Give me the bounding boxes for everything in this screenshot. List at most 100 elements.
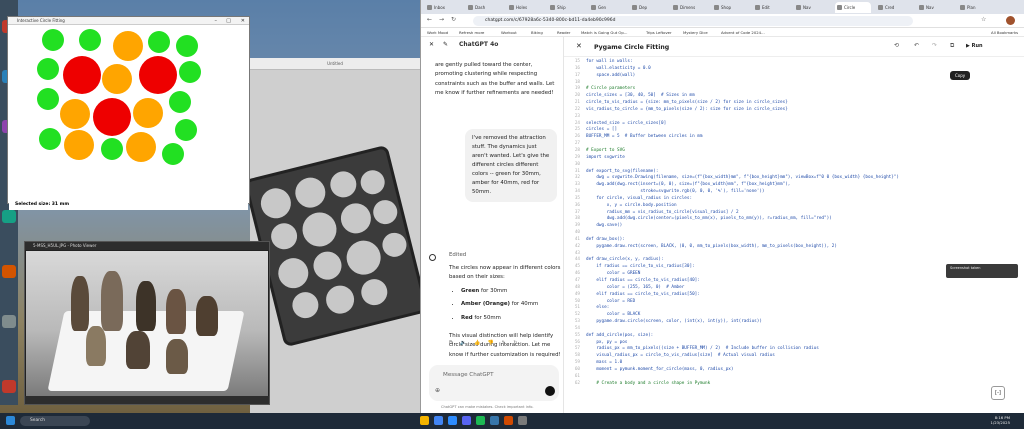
- browser-tab[interactable]: Dash: [466, 2, 502, 13]
- code-line[interactable]: 35 for circle, visual_radius in circles:: [564, 196, 1004, 203]
- expand-button[interactable]: [-]: [991, 386, 1005, 400]
- redo-icon[interactable]: ↷: [932, 42, 937, 49]
- code-line[interactable]: 30: [564, 162, 1004, 169]
- browser-tab[interactable]: Plan: [958, 2, 994, 13]
- window-titlebar[interactable]: Interactive Circle Fitting – □ ✕: [8, 17, 249, 25]
- browser-tab[interactable]: Gen: [589, 2, 625, 13]
- browser-tab[interactable]: Dep: [630, 2, 666, 13]
- green-circle[interactable]: [37, 88, 59, 110]
- code-line[interactable]: 33 dwg.add(dwg.rect(insert=(0, 0), size=…: [564, 182, 1004, 189]
- green-circle[interactable]: [37, 58, 59, 80]
- code-line[interactable]: 40: [564, 230, 1004, 237]
- circle-fitting-window[interactable]: Interactive Circle Fitting – □ ✕ Selecte…: [7, 16, 250, 210]
- app-icon[interactable]: [518, 416, 527, 425]
- code-line[interactable]: 28 # Export to SVG: [564, 148, 1004, 155]
- amber-circle[interactable]: [102, 64, 132, 94]
- code-line[interactable]: 17 space.add(wall): [564, 73, 1004, 80]
- close-icon[interactable]: ✕: [241, 17, 245, 25]
- undo-icon[interactable]: ↶: [914, 42, 919, 49]
- amber-circle[interactable]: [64, 130, 94, 160]
- code-line[interactable]: 29 import svgwrite: [564, 155, 1004, 162]
- voice-icon[interactable]: [545, 386, 555, 396]
- explorer-icon[interactable]: [420, 416, 429, 425]
- browser-tab[interactable]: Shop: [712, 2, 748, 13]
- model-selector[interactable]: ChatGPT 4o: [459, 41, 498, 48]
- code-line[interactable]: 46 color = GREEN: [564, 271, 1004, 278]
- browser-window[interactable]: Inbox Dash Holes Ship Gen Dep Dimens Shop Edit Na…: [420, 0, 1024, 413]
- clock[interactable]: 8:16 PM 1/23/2025: [991, 415, 1010, 425]
- green-circle[interactable]: [39, 128, 61, 150]
- code-line[interactable]: 39 dwg.save(): [564, 223, 1004, 230]
- message-composer[interactable]: ⊕: [429, 365, 559, 401]
- code-line[interactable]: 50 color = RED: [564, 299, 1004, 306]
- bookmark-item[interactable]: Advent of Code 2024...: [721, 29, 765, 36]
- circle-canvas[interactable]: Selected size: 31 mm: [9, 26, 248, 210]
- green-circle[interactable]: [169, 91, 191, 113]
- back-icon[interactable]: ←: [427, 16, 432, 23]
- green-circle[interactable]: [42, 29, 64, 51]
- code-line[interactable]: 22 vis_radius_to_circle = {mm_to_pixels(s…: [564, 107, 1004, 114]
- app-icon[interactable]: [504, 416, 513, 425]
- history-icon[interactable]: ⟲: [894, 42, 899, 49]
- browser-tab[interactable]: Ship: [548, 2, 584, 13]
- discord-icon[interactable]: [462, 416, 471, 425]
- copy-icon[interactable]: ⧉: [950, 42, 954, 50]
- bookmark-item[interactable]: Biking: [531, 29, 543, 36]
- forward-icon[interactable]: →: [439, 16, 444, 23]
- start-icon[interactable]: [6, 416, 15, 425]
- red-circle[interactable]: [139, 56, 177, 94]
- green-circle[interactable]: [148, 31, 170, 53]
- browser-tab[interactable]: Circle: [835, 2, 871, 13]
- browser-tab[interactable]: Nav: [794, 2, 830, 13]
- code-line[interactable]: 23: [564, 114, 1004, 121]
- bookmark-item[interactable]: Match is Going Gut Op...: [581, 29, 627, 36]
- code-line[interactable]: 55 def add_circle(pos, size):: [564, 333, 1004, 340]
- code-line[interactable]: 59 mass = 1.0: [564, 360, 1004, 367]
- taskbar-search[interactable]: Search: [20, 416, 90, 426]
- maximize-icon[interactable]: □: [226, 17, 231, 25]
- bookmarks-bar[interactable]: Work Mood Refresh more Workout Biking Reader…: [421, 28, 1024, 37]
- address-bar[interactable]: ← → ↻ chatgpt.com/c/67928a6c-5340-800c-b…: [421, 14, 1024, 28]
- app-icon[interactable]: [2, 210, 16, 223]
- close-canvas-icon[interactable]: ✕: [429, 41, 434, 48]
- code-line[interactable]: 54: [564, 326, 1004, 333]
- code-line[interactable]: 36 x, y = circle.body.position: [564, 203, 1004, 210]
- code-line[interactable]: 34 stroke=svgwrite.rgb(0, 0, 0, '%'), fi…: [564, 189, 1004, 196]
- bookmark-item[interactable]: Refresh more: [459, 29, 484, 36]
- app-icon[interactable]: [2, 315, 16, 328]
- tab-strip[interactable]: Inbox Dash Holes Ship Gen Dep Dimens Shop Edit Na…: [421, 0, 1024, 14]
- code-line[interactable]: 21 circle_to_vis_radius = {size: mm_to_pi…: [564, 100, 1004, 107]
- amber-circle[interactable]: [133, 98, 163, 128]
- green-circle[interactable]: [162, 143, 184, 165]
- green-circle[interactable]: [179, 61, 201, 83]
- code-line[interactable]: 58 visual_radius_px = circle_to_vis_radi…: [564, 353, 1004, 360]
- code-editor[interactable]: 15 for wall in walls: 16 wall.elasticity =…: [564, 59, 1004, 388]
- message-actions[interactable]: ⧉ 🔉 👍 👎 ✎ ↻: [449, 340, 521, 346]
- bookmark-item[interactable]: Trips Leftover: [646, 29, 672, 36]
- avatar[interactable]: [1006, 16, 1015, 25]
- browser-tab[interactable]: Dimens: [671, 2, 707, 13]
- photo-viewer-window[interactable]: 5-MSS_H5UL.JPG - Photo Viewer: [24, 241, 270, 405]
- code-line[interactable]: 41 def draw_box():: [564, 237, 1004, 244]
- green-circle[interactable]: [175, 119, 197, 141]
- red-circle[interactable]: [93, 98, 131, 136]
- amber-circle[interactable]: [60, 99, 90, 129]
- code-line[interactable]: 27: [564, 141, 1004, 148]
- code-canvas[interactable]: ✕ Pygame Circle Fitting ⟲ ↶ ↷ ⧉ ▶ Run Co…: [564, 37, 1024, 413]
- code-line[interactable]: 49 elif radius == circle_to_vis_radius[5…: [564, 292, 1004, 299]
- green-circle[interactable]: [79, 29, 101, 51]
- python-icon[interactable]: [490, 416, 499, 425]
- screenshot-notification[interactable]: Screenshot taken: [946, 264, 1018, 278]
- code-line[interactable]: 24 selected_size = circle_sizes[0]: [564, 121, 1004, 128]
- close-icon[interactable]: ✕: [576, 42, 582, 50]
- bookmark-star-icon[interactable]: ☆: [981, 16, 986, 23]
- code-line[interactable]: 60 moment = pymunk.moment_for_circle(mas…: [564, 367, 1004, 374]
- edit-icon[interactable]: ✎: [443, 41, 448, 48]
- code-line[interactable]: 38 dwg.add(dwg.circle(center=(pixels_to_…: [564, 216, 1004, 223]
- code-line[interactable]: 26 BUFFER_MM = 5 # Buffer between circles…: [564, 134, 1004, 141]
- bookmark-item[interactable]: All Bookmarks: [991, 29, 1018, 36]
- reload-icon[interactable]: ↻: [451, 16, 456, 23]
- green-circle[interactable]: [101, 138, 123, 160]
- browser-tab[interactable]: Edit: [753, 2, 789, 13]
- code-line[interactable]: 47 elif radius == circle_to_vis_radius[4…: [564, 278, 1004, 285]
